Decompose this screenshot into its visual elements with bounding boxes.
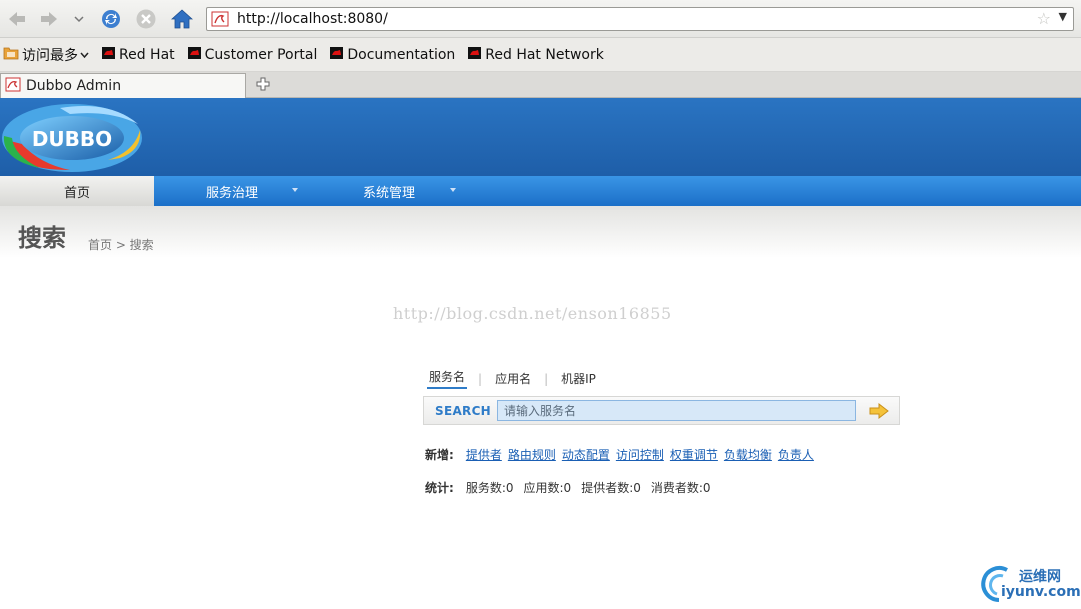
bookmark-most-visited[interactable]: 访问最多: [3, 45, 89, 65]
search-tab-host-ip[interactable]: 机器IP: [559, 370, 598, 387]
link-add-weight[interactable]: 权重调节: [670, 446, 718, 463]
link-add-loadbalance[interactable]: 负载均衡: [724, 446, 772, 463]
search-input[interactable]: [497, 400, 856, 421]
search-tab-application[interactable]: 应用名: [493, 370, 533, 387]
bookmark-red-hat-network[interactable]: Red Hat Network: [467, 46, 604, 64]
svg-text:DUBBO: DUBBO: [32, 127, 112, 151]
folder-icon: [3, 45, 19, 64]
search-box: SEARCH: [423, 396, 900, 425]
page-title: 搜索: [18, 224, 66, 252]
back-icon[interactable]: [5, 7, 29, 31]
stat-services: 服务数:0: [465, 481, 514, 495]
add-links-row: 新增: 提供者 路由规则 动态配置 访问控制 权重调节 负载均衡 负责人: [425, 446, 820, 463]
dubbo-logo[interactable]: DUBBO: [0, 100, 146, 178]
url-bar[interactable]: http://localhost:8080/ ☆ ▼: [206, 7, 1074, 31]
nav-home[interactable]: 首页: [0, 176, 154, 206]
bookmark-customer-portal[interactable]: Customer Portal: [187, 46, 318, 64]
link-add-owner[interactable]: 负责人: [778, 446, 814, 463]
bookmark-label: 访问最多: [22, 47, 78, 64]
stat-providers: 提供者数:0: [581, 481, 641, 495]
search-tab-service[interactable]: 服务名: [427, 368, 468, 389]
bookmark-label: Documentation: [347, 46, 456, 63]
url-dropdown-icon[interactable]: ▼: [1059, 10, 1067, 23]
bookmark-label: Red Hat Network: [485, 46, 604, 63]
tab-bar: Dubbo Admin: [0, 72, 1081, 98]
new-tab-icon[interactable]: [256, 77, 270, 91]
main-nav: 首页 服务治理 系统管理: [0, 176, 1081, 206]
link-add-access-control[interactable]: 访问控制: [616, 446, 664, 463]
stat-applications: 应用数:0: [523, 481, 572, 495]
search-label: SEARCH: [435, 404, 492, 418]
link-add-override[interactable]: 动态配置: [562, 446, 610, 463]
link-add-provider[interactable]: 提供者: [466, 446, 502, 463]
tab-separator: |: [544, 371, 549, 386]
stat-consumers: 消费者数:0: [650, 481, 711, 495]
nav-label: 系统管理: [362, 185, 415, 201]
history-dropdown-icon[interactable]: [68, 7, 90, 31]
redhat-icon: [329, 46, 344, 64]
iyunv-text-cn: 运维网: [1019, 569, 1061, 585]
home-icon[interactable]: [170, 7, 194, 31]
stats-row: 统计: 服务数:0 应用数:0 提供者数:0 消费者数:0: [425, 479, 721, 496]
stats-label: 统计:: [425, 481, 454, 495]
redhat-icon: [187, 46, 202, 64]
page-favicon-icon: [5, 77, 21, 96]
iyunv-watermark-logo: 运维网 iyunv.com: [977, 562, 1081, 604]
page-title-band: 搜索 首页 > 搜索: [0, 206, 1081, 258]
watermark-text: http://blog.csdn.net/enson16855: [393, 304, 672, 323]
reload-icon[interactable]: [99, 7, 123, 31]
tab-separator: |: [478, 371, 483, 386]
bookmark-documentation[interactable]: Documentation: [329, 46, 455, 64]
redhat-icon: [101, 46, 116, 64]
browser-toolbar: http://localhost:8080/ ☆ ▼: [0, 0, 1081, 38]
tab-dubbo-admin[interactable]: Dubbo Admin: [0, 73, 246, 98]
link-add-route[interactable]: 路由规则: [508, 446, 556, 463]
chevron-down-icon: [80, 47, 89, 63]
caret-down-icon: [292, 188, 298, 192]
stop-icon[interactable]: [134, 7, 158, 31]
bookmark-red-hat[interactable]: Red Hat: [101, 46, 175, 64]
search-arrow-icon[interactable]: [868, 402, 890, 420]
bookmark-label: Red Hat: [119, 46, 175, 63]
app-header: DUBBO: [0, 98, 1081, 176]
add-label: 新增:: [425, 448, 454, 462]
caret-down-icon: [450, 188, 456, 192]
nav-system-management[interactable]: 系统管理: [310, 176, 468, 206]
nav-label: 首页: [63, 185, 90, 201]
bookmark-star-icon[interactable]: ☆: [1037, 9, 1051, 28]
search-tabs: 服务名 | 应用名 | 机器IP: [427, 368, 598, 389]
forward-icon[interactable]: [37, 7, 61, 31]
tab-title: Dubbo Admin: [26, 78, 122, 94]
nav-label: 服务治理: [205, 185, 258, 201]
nav-service-governance[interactable]: 服务治理: [154, 176, 310, 206]
bookmark-label: Customer Portal: [204, 46, 318, 63]
breadcrumb[interactable]: 首页 > 搜索: [88, 236, 154, 253]
url-text[interactable]: http://localhost:8080/: [237, 11, 388, 27]
page-favicon-icon: [211, 11, 229, 31]
bookmarks-bar: 访问最多 Red Hat Customer Portal Documentati…: [0, 38, 1081, 72]
iyunv-text-domain: iyunv.com: [1001, 584, 1081, 600]
redhat-icon: [467, 46, 482, 64]
